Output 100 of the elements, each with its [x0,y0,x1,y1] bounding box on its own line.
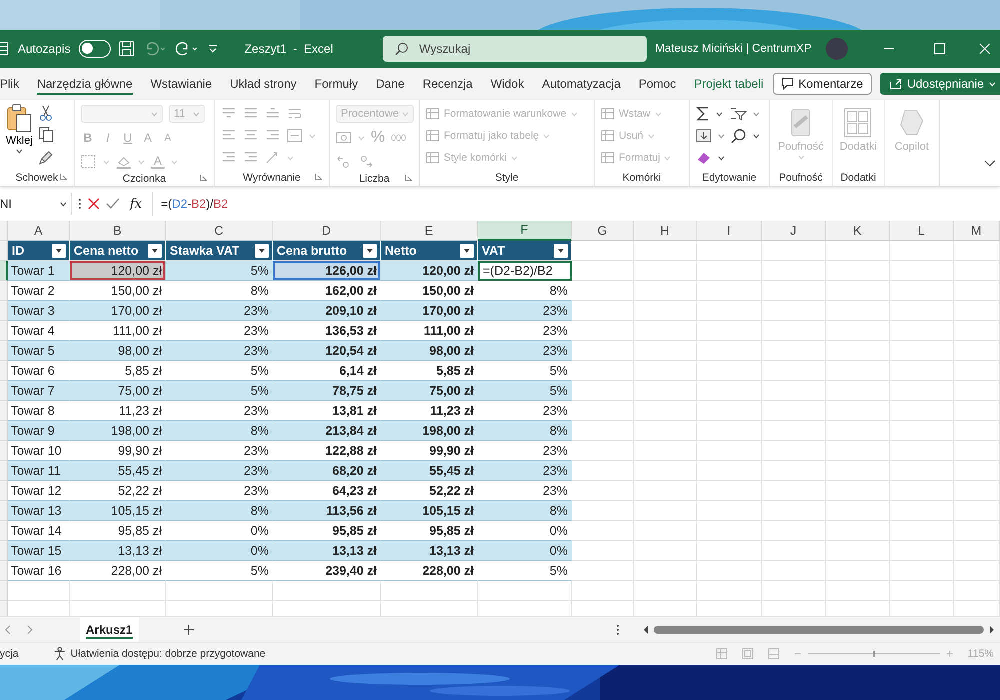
more-icon[interactable] [78,198,82,210]
column-header[interactable]: F [478,221,572,241]
grid-cell[interactable] [634,361,697,381]
table-cell[interactable]: Towar 13 [8,501,70,521]
grid-cell[interactable] [762,441,826,461]
row-header[interactable] [0,261,8,281]
accessibility-icon[interactable] [52,647,67,661]
grid-cell[interactable] [762,301,826,321]
grid-cell[interactable] [890,261,954,281]
share-button[interactable]: Udostępnianie [880,73,1000,95]
grid-cell[interactable] [634,281,697,301]
scrollbar-thumb[interactable] [654,626,984,634]
grid-cell[interactable] [697,261,762,281]
format-painter-icon[interactable] [38,149,55,165]
table-cell[interactable]: 0% [166,541,273,561]
avatar-icon[interactable] [826,38,848,60]
table-cell[interactable]: 8% [478,421,572,441]
copy-icon[interactable] [38,127,55,143]
table-cell[interactable]: 170,00 zł [70,301,166,321]
grid-cell[interactable] [890,521,954,541]
grid-cell[interactable] [762,581,826,601]
name-box[interactable]: NI [0,193,72,215]
grid-cell[interactable] [697,501,762,521]
grid-cell[interactable] [572,561,634,581]
grid-cell[interactable] [826,301,890,321]
collapse-ribbon-icon[interactable] [984,160,996,168]
grid-cell[interactable] [890,481,954,501]
more-icon[interactable] [616,624,620,636]
grid-cell[interactable] [890,441,954,461]
grid-cell[interactable] [572,481,634,501]
grid-cell[interactable] [697,301,762,321]
grid-cell[interactable] [826,521,890,541]
search-icon[interactable] [731,128,747,144]
table-cell[interactable]: Towar 11 [8,461,70,481]
table-cell[interactable]: =(D2-B2)/B2 [478,261,572,281]
column-header[interactable]: L [890,221,954,241]
table-cell[interactable]: 198,00 zł [381,421,478,441]
grid-cell[interactable] [572,441,634,461]
grid-cell[interactable] [762,401,826,421]
grid-cell[interactable] [166,581,273,601]
grid-cell[interactable] [697,461,762,481]
grid-cell[interactable] [762,561,826,581]
grid-cell[interactable] [954,281,1000,301]
grid-cell[interactable] [890,561,954,581]
grid-icon[interactable] [0,41,10,57]
grid-cell[interactable] [381,581,478,601]
grid-cell[interactable] [762,521,826,541]
grid-cell[interactable] [634,301,697,321]
grid-cell[interactable] [826,541,890,561]
grid-cell[interactable] [954,561,1000,581]
grid-cell[interactable] [890,241,954,261]
grid-cell[interactable] [572,321,634,341]
grid-cell[interactable] [572,381,634,401]
grid-cell[interactable] [634,261,697,281]
grid-cell[interactable] [634,241,697,261]
grid-cell[interactable] [826,441,890,461]
table-cell[interactable]: 55,45 zł [381,461,478,481]
grid-cell[interactable] [826,341,890,361]
scissors-icon[interactable] [38,105,53,121]
grid-cell[interactable] [890,461,954,481]
grid-cell[interactable] [890,501,954,521]
filter-button[interactable] [255,244,269,258]
grid-cell[interactable] [826,241,890,261]
grid-cell[interactable] [697,361,762,381]
table-cell[interactable]: 8% [166,421,273,441]
table-cell[interactable]: Towar 5 [8,341,70,361]
grid-cell[interactable] [890,321,954,341]
grid-cell[interactable] [954,421,1000,441]
column-header[interactable]: I [697,221,762,241]
grid-cell[interactable] [762,541,826,561]
table-cell[interactable]: 55,45 zł [70,461,166,481]
ribbon-tab[interactable]: Recenzja [414,68,482,100]
ribbon-tab[interactable]: Dane [367,68,414,100]
grid-cell[interactable] [572,361,634,381]
column-header[interactable]: A [8,221,70,241]
column-header[interactable]: K [826,221,890,241]
grid-cell[interactable] [890,281,954,301]
grid-cell[interactable] [572,261,634,281]
scroll-right-icon[interactable] [988,624,996,634]
table-cell[interactable]: 13,13 zł [70,541,166,561]
normal-view-icon[interactable] [716,648,728,660]
ribbon-tab[interactable]: Wstawianie [142,68,222,100]
grid-cell[interactable] [697,341,762,361]
table-cell[interactable]: 98,00 zł [381,341,478,361]
grid-cell[interactable] [954,461,1000,481]
insert-function-button[interactable]: fx [126,196,146,212]
table-cell[interactable]: 5% [478,561,572,581]
table-cell[interactable]: 113,56 zł [273,501,381,521]
grid-cell[interactable] [890,301,954,321]
grid-cell[interactable] [634,461,697,481]
filter-button[interactable] [148,244,162,258]
dialog-launcher-icon[interactable] [60,173,68,181]
grid-cell[interactable] [954,481,1000,501]
table-cell[interactable]: 0% [478,541,572,561]
table-cell[interactable]: 5% [166,261,273,281]
grid-cell[interactable] [634,401,697,421]
table-cell[interactable]: 228,00 zł [70,561,166,581]
filter-button[interactable] [460,244,474,258]
grid-cell[interactable] [954,241,1000,261]
table-cell[interactable]: 23% [478,301,572,321]
